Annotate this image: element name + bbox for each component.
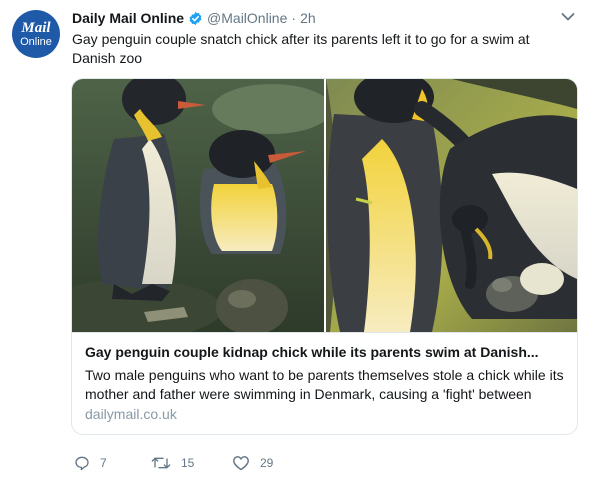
separator-dot: · — [291, 10, 297, 26]
reply-icon — [75, 456, 89, 471]
card-image[interactable] — [72, 79, 577, 332]
reply-count: 7 — [100, 456, 107, 470]
card-body[interactable]: Gay penguin couple kidnap chick while it… — [72, 332, 577, 434]
card-description: Two male penguins who want to be parents… — [85, 367, 564, 402]
chevron-down-icon[interactable] — [561, 12, 575, 22]
penguin-photo — [72, 79, 577, 332]
retweet-count: 15 — [181, 456, 195, 470]
tweet[interactable]: Mail Online Daily Mail Online @MailOnlin… — [0, 0, 596, 481]
tweet-header: Daily Mail Online @MailOnline · 2h — [72, 9, 316, 27]
account-name[interactable]: Daily Mail Online — [72, 10, 184, 26]
like-button[interactable]: 29 — [232, 455, 273, 471]
like-count: 29 — [260, 456, 274, 470]
heart-icon — [233, 456, 249, 471]
card-domain: dailymail.co.uk — [85, 406, 177, 422]
retweet-icon — [151, 457, 171, 469]
avatar[interactable]: Mail Online — [12, 10, 60, 58]
avatar-logo-line1: Mail — [21, 19, 51, 36]
retweet-button[interactable]: 15 — [151, 455, 194, 471]
link-card[interactable]: Gay penguin couple kidnap chick while it… — [71, 78, 578, 435]
verified-badge-icon — [189, 11, 202, 25]
tweet-timestamp[interactable]: 2h — [300, 10, 316, 26]
account-handle[interactable]: @MailOnline — [207, 10, 287, 26]
reply-button[interactable]: 7 — [74, 455, 107, 471]
avatar-logo-line2: Online — [20, 35, 52, 48]
tweet-text: Gay penguin couple snatch chick after it… — [72, 31, 530, 66]
card-title[interactable]: Gay penguin couple kidnap chick while it… — [85, 344, 565, 360]
